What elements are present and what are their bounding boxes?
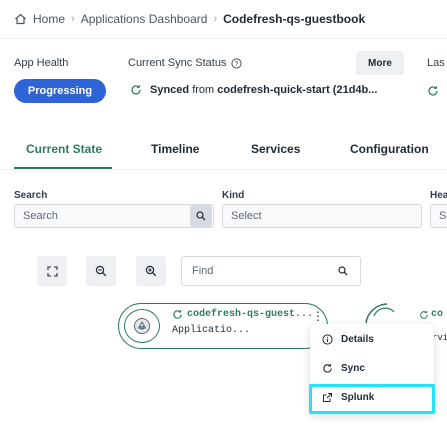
app-node-title: codefresh-qs-guest... <box>187 309 314 320</box>
svg-text:?: ? <box>235 61 239 68</box>
zoom-in-icon <box>145 265 157 277</box>
breadcrumb-dashboard[interactable]: Applications Dashboard <box>81 12 208 26</box>
search-icon <box>196 211 206 221</box>
header-divider <box>0 38 447 39</box>
tab-services[interactable]: Services <box>251 142 300 156</box>
last-sync-label: Las <box>427 57 445 69</box>
chevron-right-icon: › <box>213 13 218 25</box>
kind-select[interactable]: Select <box>222 204 422 228</box>
menu-item-details[interactable]: Details <box>322 334 374 345</box>
application-icon <box>124 309 160 343</box>
sync-icon <box>130 84 142 96</box>
sync-source[interactable]: codefresh-quick-start (21d4b... <box>217 84 377 96</box>
health-filter-select[interactable]: Se <box>430 204 447 228</box>
tab-timeline[interactable]: Timeline <box>151 142 199 156</box>
sync-status-label-wrap: Current Sync Status ? <box>128 57 243 69</box>
health-status-badge: Progressing <box>14 79 106 103</box>
help-icon[interactable]: ? <box>231 57 243 69</box>
node-sync-icon <box>172 309 183 320</box>
sync-status-label: Current Sync Status <box>128 57 227 69</box>
app-health-label: App Health <box>14 57 69 69</box>
node-menu-icon[interactable]: ⋮ <box>312 309 324 323</box>
search-label: Search <box>14 190 48 201</box>
zoom-out-button[interactable] <box>86 256 116 286</box>
sync-from: from <box>192 84 215 96</box>
splunk-highlight <box>309 384 435 414</box>
search-button[interactable] <box>190 205 212 227</box>
chevron-right-icon: › <box>71 13 75 25</box>
zoom-out-icon <box>95 265 107 277</box>
info-icon <box>322 334 333 345</box>
zoom-in-button[interactable] <box>136 256 166 286</box>
breadcrumb-home[interactable]: Home <box>33 12 65 26</box>
search-input[interactable]: Search <box>14 204 214 228</box>
more-button[interactable]: More <box>356 51 404 75</box>
menu-item-sync[interactable]: Sync <box>322 363 365 374</box>
breadcrumb: Home › Applications Dashboard › Codefres… <box>14 10 365 28</box>
find-input[interactable]: Find <box>181 256 361 286</box>
breadcrumb-current: Codefresh-qs-guestbook <box>223 12 366 26</box>
tabs-divider <box>0 169 447 170</box>
home-icon[interactable] <box>14 13 27 25</box>
partial-node-title: co <box>419 309 443 320</box>
find-search-icon[interactable] <box>338 266 348 276</box>
app-node-title-wrap: codefresh-qs-guest... <box>172 309 313 320</box>
app-node-subtitle: Applicatio... <box>172 325 251 336</box>
partial-sync-icon <box>419 310 429 320</box>
sync-status: Synced from codefresh-quick-start (21d4b… <box>130 84 377 96</box>
refresh-icon[interactable] <box>427 85 439 97</box>
tab-configuration[interactable]: Configuration <box>350 142 429 156</box>
kind-label: Kind <box>222 190 245 201</box>
menu-item-sync-label: Sync <box>341 363 365 374</box>
fullscreen-icon <box>46 265 58 277</box>
tab-current-state[interactable]: Current State <box>26 142 102 156</box>
fit-view-button[interactable] <box>37 256 67 286</box>
menu-item-details-label: Details <box>341 334 374 345</box>
health-filter-label: Hea <box>430 190 447 201</box>
partial-node-sub: rvi <box>432 333 447 343</box>
sync-icon <box>322 363 333 374</box>
sync-status-value: Synced <box>150 84 190 96</box>
